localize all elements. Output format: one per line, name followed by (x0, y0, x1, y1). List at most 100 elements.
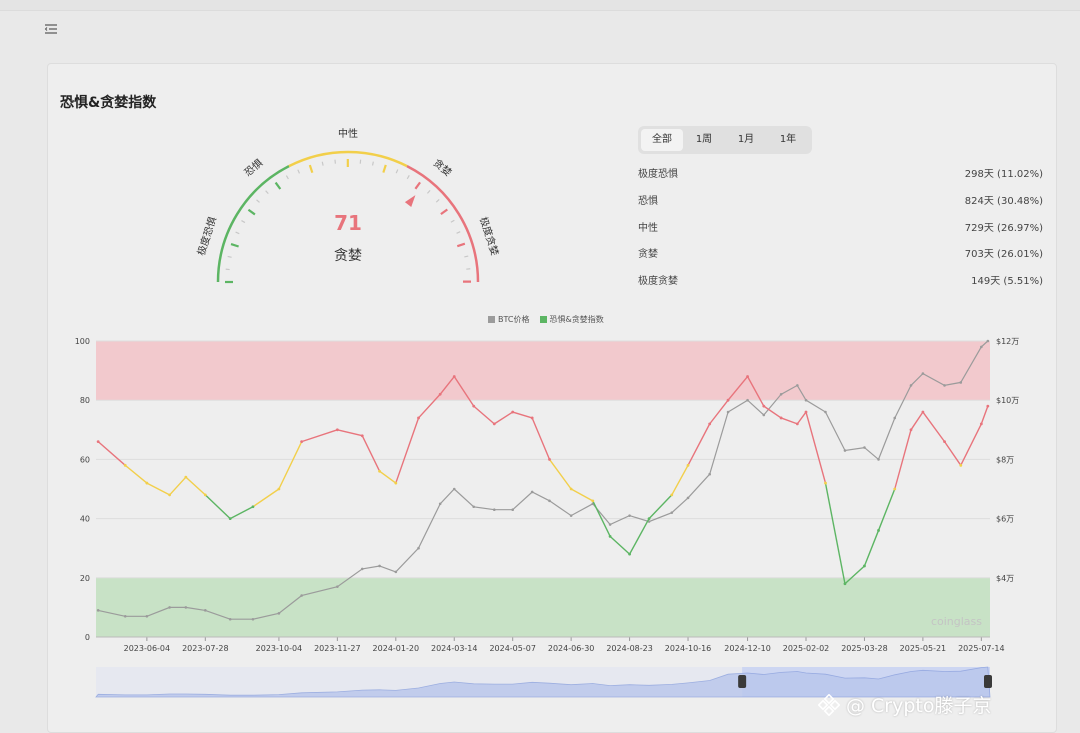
tab-all[interactable]: 全部 (641, 129, 683, 151)
btc-price-point (168, 606, 171, 609)
card-title: 恐惧&贪婪指数 (60, 92, 156, 112)
btc-price-point (361, 568, 364, 571)
gauge-tick (427, 190, 430, 193)
gauge-zone-label: 中性 (338, 127, 358, 140)
fear-greed-point (893, 488, 896, 491)
fear-greed-line-segment (797, 412, 806, 424)
sentiment-stats: 极度恐惧 298天 (11.02%) 恐惧 824天 (30.48%) 中性 7… (638, 162, 1043, 296)
collapse-menu-icon[interactable] (44, 22, 58, 36)
btc-price-point (493, 508, 496, 511)
legend-swatch-index (540, 316, 547, 323)
btc-price-point (417, 547, 420, 550)
stat-row-fear: 恐惧 824天 (30.48%) (638, 189, 1043, 216)
fear-greed-point (796, 422, 799, 425)
x-tick-label: 2025-02-02 (783, 644, 830, 653)
gauge-label: 贪婪 (334, 248, 362, 264)
fear-greed-point (252, 505, 255, 508)
fear-greed-point (986, 405, 989, 408)
btc-price-point (893, 417, 896, 420)
tab-1month[interactable]: 1月 (725, 129, 767, 151)
fear-greed-point (184, 476, 187, 479)
legend-swatch-btc (488, 316, 495, 323)
gauge-tick (248, 210, 254, 215)
gauge-value: 71 (334, 211, 362, 235)
y-right-tick-label: $10万 (996, 396, 1019, 405)
watermark: @ Crypto滕子京 (818, 691, 992, 718)
fear-greed-point (708, 422, 711, 425)
fear-greed-line-segment (380, 471, 396, 483)
gauge-arc-segment (407, 166, 478, 282)
stat-value: 729天 (26.97%) (965, 216, 1043, 243)
stat-row-extreme-fear: 极度恐惧 298天 (11.02%) (638, 162, 1043, 189)
btc-price-point (687, 497, 690, 500)
fear-greed-line-segment (362, 436, 379, 472)
fear-greed-point (670, 494, 673, 497)
stat-row-greed: 贪婪 703天 (26.01%) (638, 242, 1043, 269)
fear-greed-point (844, 582, 847, 585)
fear-greed-point (417, 417, 420, 420)
gauge-tick (451, 220, 454, 222)
coinglass-brand: coinglass (931, 615, 982, 628)
navigator-handle-left[interactable] (738, 675, 746, 688)
fear-greed-line-segment (981, 406, 987, 424)
gauge-zone-label: 极度恐惧 (194, 215, 219, 257)
x-tick-label: 2024-06-30 (548, 644, 595, 653)
stat-label: 恐惧 (638, 189, 658, 216)
fear-greed-point (300, 440, 303, 443)
btc-price-point (780, 393, 783, 396)
gauge-pointer (405, 195, 416, 207)
fear-greed-line-segment (170, 477, 186, 495)
btc-price-point (229, 618, 232, 621)
btc-price-point (708, 473, 711, 476)
fear-greed-point (511, 411, 514, 414)
x-tick-label: 2024-05-07 (489, 644, 536, 653)
btc-price-point (910, 384, 913, 387)
fear-greed-line-segment (474, 406, 495, 424)
tab-1week[interactable]: 1周 (683, 129, 725, 151)
btc-price-point (124, 615, 127, 618)
fear-greed-point (336, 428, 339, 431)
stat-value: 824天 (30.48%) (965, 189, 1043, 216)
fear-greed-line-segment (864, 530, 878, 566)
navigator-handle-right[interactable] (984, 675, 992, 688)
fear-greed-point (472, 405, 475, 408)
fear-greed-line-segment (125, 465, 147, 483)
stat-row-extreme-greed: 极度贪婪 149天 (5.51%) (638, 269, 1043, 296)
fear-greed-line-segment (98, 442, 125, 466)
fear-greed-line-segment (630, 519, 649, 555)
x-tick-label: 2023-11-27 (314, 644, 361, 653)
y-left-tick-label: 80 (80, 396, 90, 405)
gauge-tick (441, 209, 447, 214)
tab-1year[interactable]: 1年 (767, 129, 809, 151)
watermark-text: @ Crypto滕子京 (846, 691, 992, 718)
stat-label: 中性 (638, 216, 658, 243)
fear-greed-point (780, 417, 783, 420)
btc-price-point (439, 503, 442, 506)
fear-greed-line-segment (911, 412, 923, 430)
fear-greed-line-segment (649, 495, 672, 519)
x-tick-label: 2025-05-21 (900, 644, 947, 653)
fear-greed-chart[interactable]: 020406080100$4万$6万$8万$10万$12万2023-06-042… (48, 324, 1054, 704)
gauge-tick (228, 256, 232, 257)
x-tick-label: 2023-10-04 (256, 644, 303, 653)
fear-greed-point (648, 517, 651, 520)
btc-price-point (97, 609, 100, 612)
gauge-tick (373, 162, 374, 166)
btc-price-point (453, 488, 456, 491)
btc-price-point (378, 565, 381, 568)
btc-price-point (824, 411, 827, 414)
fear-greed-point (378, 470, 381, 473)
fear-greed-line-segment (337, 430, 362, 436)
y-left-tick-label: 60 (80, 455, 90, 464)
x-tick-label: 2024-08-23 (606, 644, 653, 653)
fear-greed-point (824, 482, 827, 485)
x-tick-label: 2023-06-04 (124, 644, 171, 653)
x-tick-label: 2024-01-20 (373, 644, 420, 653)
fear-greed-line-segment (279, 442, 302, 489)
y-right-tick-label: $6万 (996, 515, 1014, 524)
fear-greed-card: 恐惧&贪婪指数 极度恐惧恐惧中性贪婪极度贪婪71贪婪 全部 1周 1月 1年 极… (47, 63, 1057, 733)
fear-greed-line-segment (610, 536, 629, 554)
gauge-tick (383, 165, 385, 173)
stat-label: 贪婪 (638, 242, 658, 269)
y-right-tick-label: $4万 (996, 574, 1014, 583)
